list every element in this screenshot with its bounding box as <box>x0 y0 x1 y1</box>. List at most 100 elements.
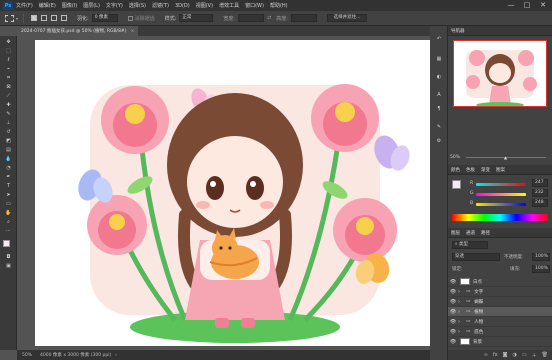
visibility-eye-icon[interactable]: 👁 <box>448 329 458 335</box>
character-icon[interactable]: A <box>435 92 443 99</box>
menu-3d[interactable]: 3D(D) <box>175 3 190 9</box>
intersect-selection-icon[interactable] <box>61 15 68 21</box>
swap-icon[interactable]: ⇄ <box>267 15 271 21</box>
adjustment-layer-icon[interactable]: ◑ <box>513 352 517 358</box>
expand-group-icon[interactable]: › <box>458 319 465 325</box>
menu-image[interactable]: 图像(I) <box>62 2 77 9</box>
brush-tool-icon[interactable]: ✎ <box>4 111 13 117</box>
pen-tool-icon[interactable]: ✒ <box>4 174 13 180</box>
layer-row[interactable]: 👁 白点 <box>448 277 552 287</box>
paragraph-icon[interactable]: ¶ <box>435 106 443 113</box>
rectangle-tool-icon[interactable]: ▭ <box>4 201 13 207</box>
blur-tool-icon[interactable]: 💧 <box>4 156 13 162</box>
zoom-tool-icon[interactable]: ⌕ <box>4 219 13 225</box>
status-menu-arrow[interactable]: › <box>115 353 117 358</box>
clone-stamp-tool-icon[interactable]: ⊥ <box>4 120 13 126</box>
menu-plugins[interactable]: 增效工具 <box>219 2 239 9</box>
menu-select[interactable]: 选择(S) <box>129 2 146 9</box>
visibility-eye-icon[interactable]: 👁 <box>448 289 458 295</box>
tab-gradients[interactable]: 渐变 <box>481 167 490 173</box>
navigator-view-box[interactable] <box>453 40 547 107</box>
crop-tool-icon[interactable]: ⌗ <box>4 75 13 81</box>
red-slider[interactable] <box>476 183 526 186</box>
expand-group-icon[interactable]: › <box>458 329 465 335</box>
color-spectrum-bar[interactable] <box>452 214 548 221</box>
tab-layers[interactable]: 图层 <box>451 230 460 236</box>
menu-filter[interactable]: 滤镜(T) <box>152 2 169 9</box>
add-selection-icon[interactable] <box>41 15 48 21</box>
blue-slider[interactable] <box>476 203 526 206</box>
more-tools-icon[interactable]: ⋯ <box>4 228 13 234</box>
color-foreground-swatch[interactable] <box>452 180 461 189</box>
menu-window[interactable]: 窗口(W) <box>245 2 264 9</box>
antialias-checkbox[interactable] <box>127 15 133 21</box>
path-select-tool-icon[interactable]: ➤ <box>4 192 13 198</box>
link-layers-icon[interactable]: ∞ <box>484 352 488 358</box>
close-tab-icon[interactable]: × <box>130 29 134 34</box>
tab-color[interactable]: 颜色 <box>451 167 460 173</box>
tab-swatches[interactable]: 色板 <box>466 167 475 173</box>
subtract-selection-icon[interactable] <box>51 15 58 21</box>
visibility-eye-icon[interactable]: 👁 <box>448 339 458 345</box>
visibility-eye-icon[interactable]: 👁 <box>448 279 458 285</box>
green-slider[interactable] <box>476 193 526 196</box>
expand-group-icon[interactable]: › <box>458 299 465 305</box>
menu-type[interactable]: 文字(Y) <box>106 2 123 9</box>
menu-edit[interactable]: 编辑(E) <box>39 2 56 9</box>
close-window-button[interactable]: ✕ <box>536 0 550 11</box>
eraser-tool-icon[interactable]: ◩ <box>4 138 13 144</box>
minimize-button[interactable]: — <box>504 0 518 11</box>
visibility-eye-icon[interactable]: 👁 <box>448 299 458 305</box>
quick-select-tool-icon[interactable]: ⌁ <box>4 66 13 72</box>
menu-help[interactable]: 帮助(H) <box>270 2 288 9</box>
expand-group-icon[interactable]: › <box>458 309 465 315</box>
gradient-tool-icon[interactable]: ▤ <box>4 147 13 153</box>
tab-navigator[interactable]: 导航器 <box>451 28 465 34</box>
quick-mask-icon[interactable]: ◘ <box>4 254 13 260</box>
dodge-tool-icon[interactable]: ◔ <box>4 165 13 171</box>
brush-settings-icon[interactable]: ✎ <box>435 124 443 131</box>
adjustments-icon[interactable]: ◐ <box>435 74 443 81</box>
lasso-tool-icon[interactable]: ℓ <box>4 57 13 63</box>
new-layer-icon[interactable]: ＋ <box>532 352 537 359</box>
canvas-area[interactable] <box>17 36 436 350</box>
tab-patterns[interactable]: 图案 <box>496 167 505 173</box>
layer-row[interactable]: 👁 背景 <box>448 337 552 347</box>
opacity-input[interactable]: 100% <box>532 253 550 261</box>
tool-presets-icon[interactable]: ⚙ <box>435 138 443 145</box>
feather-input[interactable]: 0 像素 <box>91 14 118 22</box>
fill-input[interactable]: 100% <box>532 265 550 273</box>
layer-style-icon[interactable]: fx <box>493 352 498 358</box>
marquee-tool-icon[interactable] <box>5 14 14 22</box>
visibility-eye-icon[interactable]: 👁 <box>448 309 458 315</box>
hand-tool-icon[interactable]: ✋ <box>4 210 13 216</box>
layer-row[interactable]: 👁 › ▭ 人物 <box>448 317 552 327</box>
visibility-eye-icon[interactable]: 👁 <box>448 319 458 325</box>
red-value[interactable]: 247 <box>532 179 548 187</box>
new-group-icon[interactable]: ▭ <box>522 352 527 358</box>
history-icon[interactable]: ↶ <box>435 36 443 43</box>
eyedropper-tool-icon[interactable]: ⟋ <box>4 93 13 99</box>
delete-layer-icon[interactable]: 🗑 <box>542 352 548 358</box>
menu-file[interactable]: 文件(F) <box>16 2 33 9</box>
layer-mask-icon[interactable]: ◙ <box>503 352 508 358</box>
healing-brush-tool-icon[interactable]: ✚ <box>4 102 13 108</box>
height-input[interactable] <box>290 14 317 22</box>
foreground-color-swatch[interactable] <box>3 240 10 247</box>
move-tool-icon[interactable]: ✥ <box>4 39 13 45</box>
marquee-tool-icon[interactable]: ⬚ <box>4 48 13 54</box>
expand-group-icon[interactable]: › <box>458 289 465 295</box>
new-selection-icon[interactable] <box>31 15 38 21</box>
width-input[interactable] <box>238 14 265 22</box>
layer-row[interactable]: 👁 › ▭ 底色 <box>448 327 552 337</box>
tab-paths[interactable]: 路径 <box>481 230 490 236</box>
chevron-down-icon[interactable]: ▾ <box>16 16 18 21</box>
layer-filter-select[interactable]: ⌕ 类型 <box>452 241 488 249</box>
tab-channels[interactable]: 通道 <box>466 230 475 236</box>
layer-row[interactable]: 👁 › ▭ 植物 <box>448 307 552 317</box>
blend-mode-select[interactable]: 穿透 <box>452 253 500 261</box>
green-value[interactable]: 232 <box>532 189 548 197</box>
frame-tool-icon[interactable]: ⊠ <box>4 84 13 90</box>
style-select[interactable]: 正常 <box>179 14 214 22</box>
select-and-mask-button[interactable]: 选择并遮住... <box>326 14 367 22</box>
